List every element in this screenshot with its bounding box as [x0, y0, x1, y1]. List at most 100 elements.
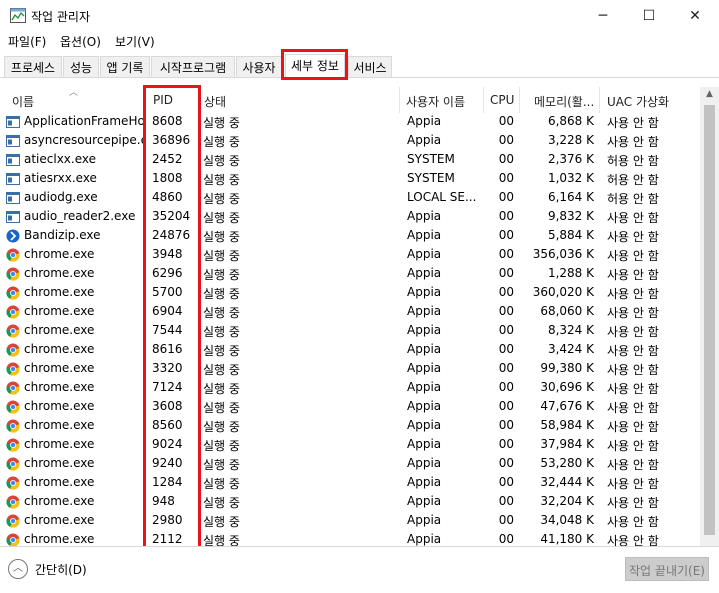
chevron-up-icon[interactable]: ︿ [8, 559, 28, 579]
process-state: 실행 중 [203, 458, 240, 472]
process-state: 실행 중 [203, 287, 240, 301]
process-pid: 1284 [152, 475, 183, 489]
tab-app-history[interactable]: 앱 기록 [100, 56, 150, 77]
process-pid: 35204 [152, 209, 191, 223]
table-row[interactable]: atiesrxx.exe 1808 실행 중 SYSTEM 00 1,032 K 허용 안 … [0, 170, 700, 189]
footer-bar: ︿ 간단히(D) 작업 끝내기(E) [0, 546, 719, 593]
column-uac[interactable]: UAC 가상화 [600, 87, 700, 113]
process-pid: 4860 [152, 190, 183, 204]
tab-processes[interactable]: 프로세스 [4, 56, 62, 77]
menu-view[interactable]: 보기(V) [115, 33, 155, 50]
table-row[interactable]: chrome.exe 2112 실행 중 Appia 00 41,180 K 사용 안 함 [0, 531, 700, 546]
process-memory: 8,324 K [547, 323, 594, 337]
process-cpu: 00 [498, 494, 514, 508]
minimize-button[interactable]: ─ [580, 0, 626, 31]
process-pid: 2452 [152, 152, 183, 166]
process-uac: 사용 안 함 [607, 135, 659, 149]
process-user: Appia [407, 228, 442, 242]
process-state: 실행 중 [203, 116, 240, 130]
table-row[interactable]: chrome.exe 8616 실행 중 Appia 00 3,424 K 사용 안 함 [0, 341, 700, 360]
process-state: 실행 중 [203, 344, 240, 358]
table-row[interactable]: chrome.exe 8560 실행 중 Appia 00 58,984 K 사용 안 함 [0, 417, 700, 436]
menu-options[interactable]: 옵션(O) [60, 33, 101, 50]
table-row[interactable]: chrome.exe 7544 실행 중 Appia 00 8,324 K 사용 안 함 [0, 322, 700, 341]
table-row[interactable]: chrome.exe 3608 실행 중 Appia 00 47,676 K 사용 안 함 [0, 398, 700, 417]
table-row[interactable]: chrome.exe 6296 실행 중 Appia 00 1,288 K 사용 안 함 [0, 265, 700, 284]
scroll-up-icon[interactable]: ▲ [700, 89, 719, 103]
process-memory: 41,180 K [540, 532, 594, 546]
process-uac: 사용 안 함 [607, 401, 659, 415]
process-cpu: 00 [498, 437, 514, 451]
table-row[interactable]: chrome.exe 948 실행 중 Appia 00 32,204 K 사용 안 함 [0, 493, 700, 512]
menu-file[interactable]: 파일(F) [8, 33, 46, 50]
process-memory: 1,288 K [547, 266, 594, 280]
chrome-icon [6, 248, 20, 262]
tab-startup[interactable]: 시작프로그램 [151, 56, 235, 77]
table-row[interactable]: audiodg.exe 4860 실행 중 LOCAL SE... 00 6,164 K 허… [0, 189, 700, 208]
tab-services[interactable]: 서비스 [348, 56, 392, 77]
table-row[interactable]: ApplicationFrameHo... 8608 실행 중 Appia 00 6,86… [0, 113, 700, 132]
process-name: chrome.exe [24, 456, 95, 470]
close-button[interactable]: ✕ [672, 0, 718, 31]
process-memory: 47,676 K [540, 399, 594, 413]
process-cpu: 00 [498, 342, 514, 356]
process-state: 실행 중 [203, 363, 240, 377]
process-state: 실행 중 [203, 306, 240, 320]
chrome-icon [6, 457, 20, 471]
table-row[interactable]: asyncresourcepipe.exe 36896 실행 중 Appia 00 3,2… [0, 132, 700, 151]
process-state: 실행 중 [203, 439, 240, 453]
process-memory: 32,444 K [540, 475, 594, 489]
scrollbar-thumb[interactable] [704, 105, 715, 535]
process-pid: 6296 [152, 266, 183, 280]
process-memory: 32,204 K [540, 494, 594, 508]
process-user: Appia [407, 494, 442, 508]
process-name: asyncresourcepipe.exe [24, 133, 143, 147]
table-row[interactable]: chrome.exe 2980 실행 중 Appia 00 34,048 K 사용 안 함 [0, 512, 700, 531]
table-row[interactable]: chrome.exe 3320 실행 중 Appia 00 99,380 K 사용 안 함 [0, 360, 700, 379]
fewer-details-link[interactable]: 간단히(D) [35, 561, 87, 578]
process-user: SYSTEM [407, 171, 455, 185]
column-user[interactable]: 사용자 이름 [400, 87, 484, 113]
chrome-icon [6, 381, 20, 395]
tab-performance[interactable]: 성능 [63, 56, 99, 77]
process-cpu: 00 [498, 418, 514, 432]
chrome-icon [6, 305, 20, 319]
column-memory[interactable]: 메모리(활... [520, 87, 600, 113]
window-app-icon [6, 116, 20, 128]
table-row[interactable]: chrome.exe 1284 실행 중 Appia 00 32,444 K 사용 안 함 [0, 474, 700, 493]
table-row[interactable]: chrome.exe 6904 실행 중 Appia 00 68,060 K 사용 안 함 [0, 303, 700, 322]
process-uac: 사용 안 함 [607, 325, 659, 339]
process-memory: 1,032 K [547, 171, 594, 185]
table-row[interactable]: atieclxx.exe 2452 실행 중 SYSTEM 00 2,376 K 허용 안 … [0, 151, 700, 170]
column-cpu[interactable]: CPU [484, 87, 520, 113]
process-user: Appia [407, 304, 442, 318]
process-user: Appia [407, 456, 442, 470]
column-state[interactable]: 상태 [200, 87, 400, 113]
process-name: chrome.exe [24, 380, 95, 394]
process-state: 실행 중 [203, 420, 240, 434]
process-name: chrome.exe [24, 494, 95, 508]
table-row[interactable]: chrome.exe 7124 실행 중 Appia 00 30,696 K 사용 안 함 [0, 379, 700, 398]
window-app-icon [6, 154, 20, 166]
vertical-scrollbar[interactable]: ▲ [700, 87, 719, 546]
tab-details[interactable]: 세부 정보 [285, 54, 345, 79]
table-row[interactable]: Bandizip.exe 24876 실행 중 Appia 00 5,884 K 사용 안 … [0, 227, 700, 246]
process-state: 실행 중 [203, 477, 240, 491]
process-name: chrome.exe [24, 342, 95, 356]
bandizip-icon [6, 229, 20, 243]
end-task-button[interactable]: 작업 끝내기(E) [625, 557, 709, 581]
process-pid: 9240 [152, 456, 183, 470]
maximize-button[interactable]: ☐ [626, 0, 672, 31]
column-pid[interactable]: PID [145, 87, 200, 113]
process-uac: 사용 안 함 [607, 534, 659, 546]
process-cpu: 00 [498, 228, 514, 242]
table-row[interactable]: chrome.exe 3948 실행 중 Appia 00 356,036 K 사용 안 함 [0, 246, 700, 265]
table-row[interactable]: chrome.exe 9240 실행 중 Appia 00 53,280 K 사용 안 함 [0, 455, 700, 474]
tab-users[interactable]: 사용자 [236, 56, 282, 77]
process-user: Appia [407, 380, 442, 394]
process-cpu: 00 [498, 285, 514, 299]
table-row[interactable]: chrome.exe 5700 실행 중 Appia 00 360,020 K 사용 안 함 [0, 284, 700, 303]
table-row[interactable]: chrome.exe 9024 실행 중 Appia 00 37,984 K 사용 안 함 [0, 436, 700, 455]
table-row[interactable]: audio_reader2.exe 35204 실행 중 Appia 00 9,832 K… [0, 208, 700, 227]
process-memory: 3,424 K [547, 342, 594, 356]
